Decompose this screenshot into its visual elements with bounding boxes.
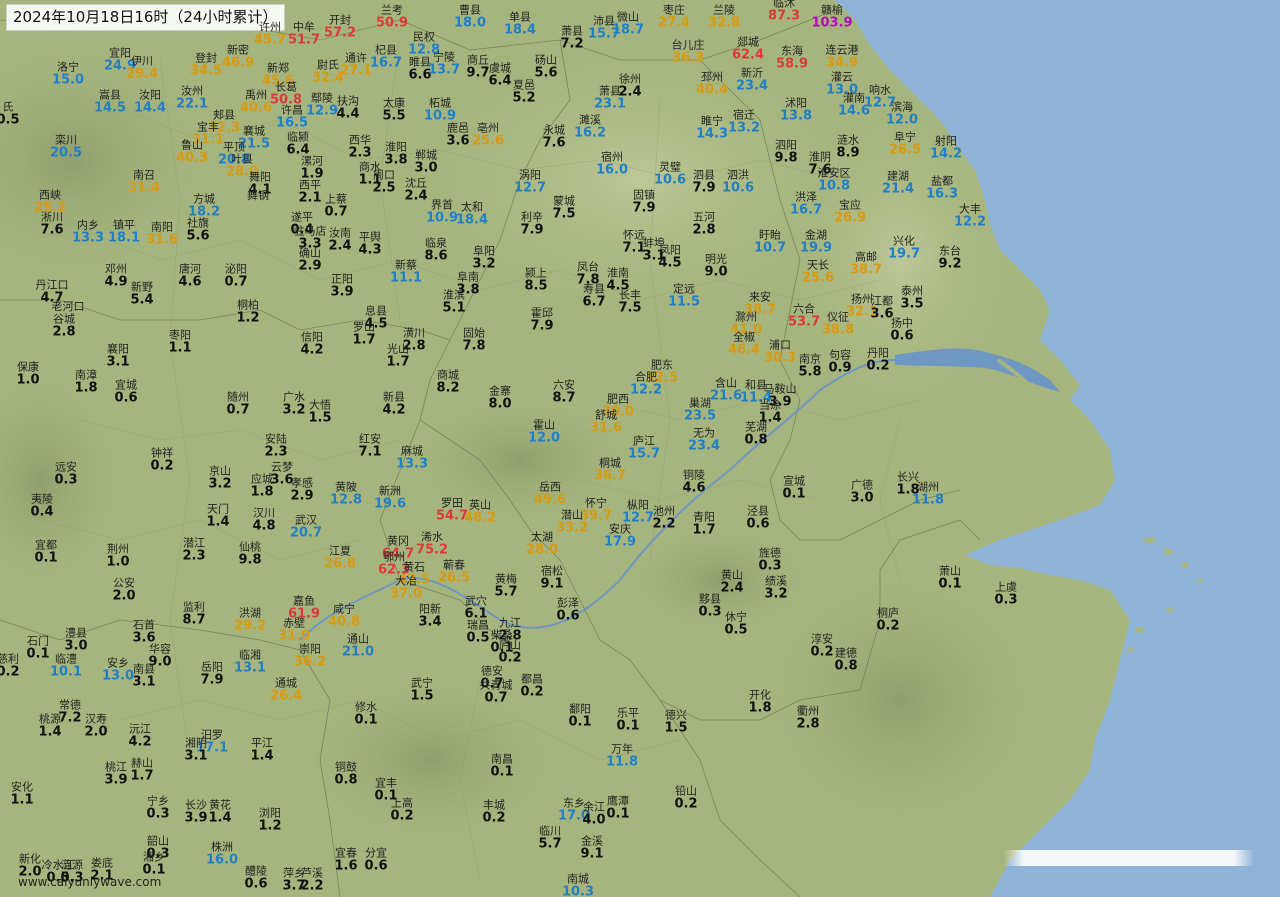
watermark: www.caiyunlywave.com (18, 875, 162, 889)
scale-bar (1004, 850, 1254, 866)
huangshan-shade (620, 520, 820, 640)
map-title: 2024年10月18日16时（24小时累计） (13, 8, 278, 26)
dabie-mountains-shade (400, 390, 640, 530)
jiangxi-hills-shade (290, 670, 570, 850)
map-basemap (0, 0, 1280, 897)
map-title-banner: 2024年10月18日16时（24小时累计） (6, 4, 285, 31)
map-view[interactable]: 2024年10月18日16时（24小时累计） 兰考 50.9 曹县 18.0 单县 18.… (0, 0, 1280, 897)
